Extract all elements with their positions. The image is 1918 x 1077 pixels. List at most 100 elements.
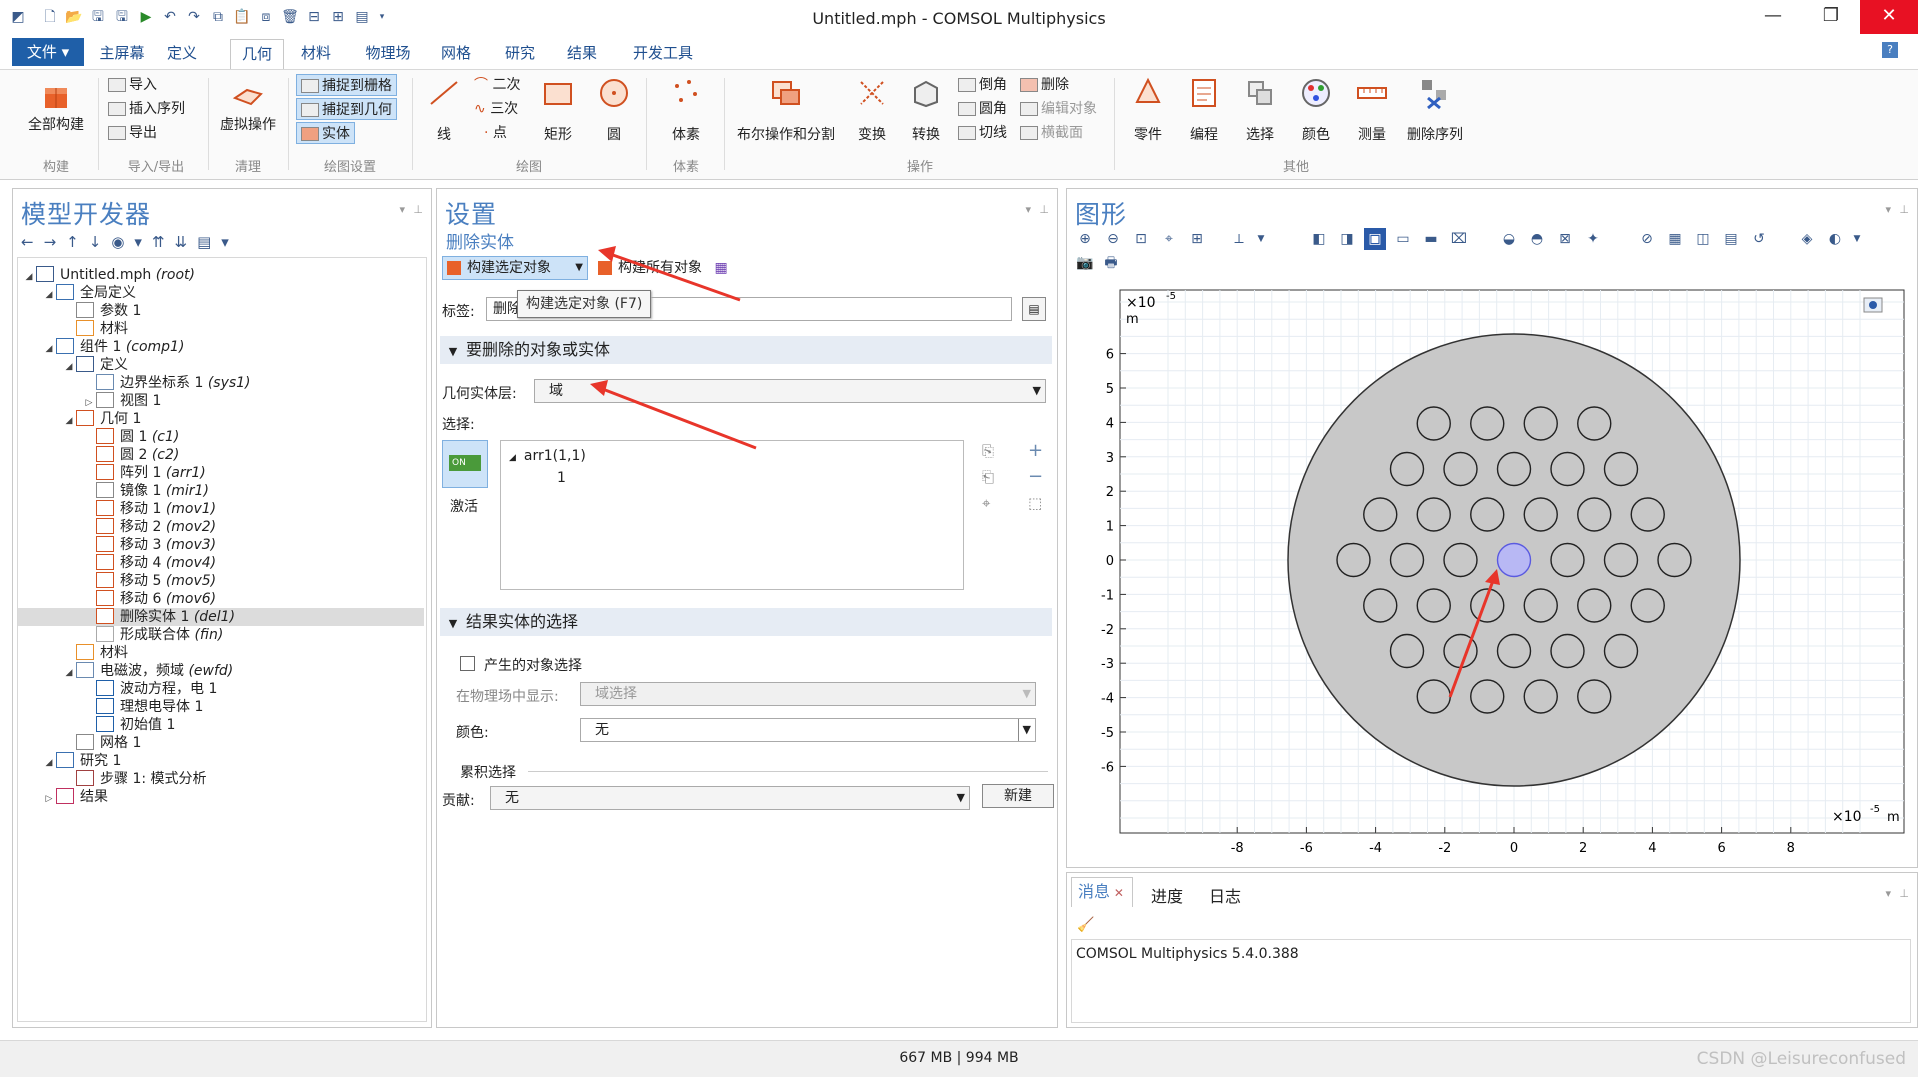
snap-to-grid-toggle[interactable]: 捕捉到栅格 [296, 74, 397, 96]
pane-menu-icon[interactable]: ▾ [399, 203, 405, 216]
select-objects-icon[interactable]: ◧ [1308, 228, 1330, 250]
air-hole-domain[interactable] [1577, 679, 1612, 714]
pin-icon[interactable]: ⊥ [413, 203, 423, 216]
tree-node[interactable]: 材料 [62, 320, 128, 338]
zoom-extents-icon[interactable]: ⌖ [1158, 228, 1180, 250]
air-hole-domain[interactable] [1389, 451, 1425, 487]
air-hole-domain[interactable] [1577, 406, 1612, 441]
active-toggle[interactable]: ON [442, 440, 488, 488]
parts-button[interactable]: 零件 [1122, 76, 1174, 144]
select-boundaries-icon[interactable]: ▭ [1392, 228, 1414, 250]
close-tab-icon[interactable]: ✕ [1110, 886, 1124, 900]
air-hole-domain[interactable] [1523, 497, 1558, 532]
tree-node[interactable]: ◢ 定义 [62, 356, 128, 374]
expand-all-icon[interactable]: ⇈ [152, 233, 175, 251]
zoom-out-icon[interactable]: ⊖ [1102, 228, 1124, 250]
tree-toggle-icon[interactable]: ◢ [62, 664, 76, 682]
tab-geometry[interactable]: 几何 [230, 39, 284, 69]
air-hole-domain[interactable] [1470, 679, 1505, 714]
show-axis-icon[interactable]: ◫ [1692, 228, 1714, 250]
tree-node[interactable]: 材料 [62, 644, 128, 662]
remove-selection-icon[interactable]: − [1028, 466, 1043, 487]
air-hole-domain[interactable] [1470, 497, 1505, 532]
selection-item-domain[interactable]: 1 [557, 467, 566, 489]
tab-physics[interactable]: 物理场 [358, 39, 418, 69]
tree-toggle-icon[interactable]: ◢ [42, 340, 56, 358]
tree-node[interactable]: 移动 1 (mov1) [82, 500, 216, 518]
rectangle-button[interactable]: 矩形 [534, 76, 582, 144]
boolean-partition-button[interactable]: 布尔操作和分割 [730, 76, 842, 144]
tree-node[interactable]: 参数 1 [62, 302, 141, 320]
export-button[interactable]: 导出 [108, 122, 157, 144]
image-snapshot-icon[interactable]: ◈ [1796, 228, 1818, 250]
close-button[interactable]: ✕ [1860, 0, 1918, 34]
quadratic-button[interactable]: ⌒ 二次 [474, 74, 520, 96]
air-hole-domain[interactable] [1416, 497, 1451, 532]
snap-to-geometry-toggle[interactable]: 捕捉到几何 [296, 98, 397, 120]
air-hole-domain[interactable] [1496, 633, 1532, 669]
air-hole-domain[interactable] [1523, 679, 1558, 714]
help-icon[interactable]: ? [1882, 42, 1898, 58]
clear-selection-icon[interactable]: ⌧ [1448, 228, 1470, 250]
tree-node[interactable]: ▷ 视图 1 [82, 392, 161, 410]
virtual-ops-button[interactable]: 虚拟操作 [212, 80, 284, 134]
colors-button[interactable]: 颜色 [1290, 76, 1342, 144]
air-hole-domain[interactable] [1523, 588, 1558, 623]
air-hole-domain[interactable] [1443, 542, 1478, 578]
air-hole-domain[interactable] [1363, 497, 1398, 532]
insert-sequence-button[interactable]: 插入序列 [108, 98, 185, 120]
section-resulting-selection[interactable]: ▼ 结果实体的选择 [440, 608, 1052, 636]
air-hole-domain[interactable] [1496, 451, 1532, 487]
tree-node[interactable]: 移动 2 (mov2) [82, 518, 216, 536]
measure-button[interactable]: 测量 [1346, 76, 1398, 144]
build-all-button[interactable]: 全部构建 [20, 80, 92, 134]
tree-node[interactable]: 网格 1 [62, 734, 141, 752]
tangent-button[interactable]: 切线 [958, 122, 1007, 144]
air-hole-domain[interactable] [1603, 451, 1639, 487]
axis-dropdown-icon[interactable]: ▼ [1250, 228, 1272, 250]
air-hole-domain[interactable] [1630, 588, 1665, 623]
tree-node[interactable]: 步骤 1: 模式分析 [62, 770, 207, 788]
zoom-selection-icon[interactable]: ⌖ [982, 494, 990, 512]
clear-messages-icon[interactable]: 🧹 [1077, 917, 1094, 933]
color-select[interactable]: 无 ▼ [580, 718, 1036, 742]
select-domain-active-icon[interactable]: ▣ [1364, 228, 1386, 250]
tree-node[interactable]: ▷ 结果 [42, 788, 108, 806]
scene-light-icon[interactable]: ✦ [1582, 228, 1604, 250]
show-in-physics-select[interactable]: 域选择 ▼ [580, 682, 1036, 706]
air-hole-domain[interactable] [1550, 451, 1585, 487]
forward-icon[interactable]: → [44, 233, 67, 251]
tab-study[interactable]: 研究 [500, 39, 540, 69]
pane-menu-icon[interactable]: ▾ [1885, 887, 1891, 900]
tab-progress[interactable]: 进度 [1151, 883, 1183, 907]
edit-object-button[interactable]: 编辑对象 [1020, 98, 1097, 120]
move-up-icon[interactable]: ↑ [66, 233, 89, 251]
wireframe-icon[interactable]: ◒ [1498, 228, 1520, 250]
create-selection-icon[interactable]: ⬚ [1028, 494, 1042, 512]
line-button[interactable]: 线 [420, 76, 468, 144]
resulting-objects-checkbox[interactable] [460, 656, 475, 671]
geometry-plot[interactable]: -8 -6 -4 -2 0 2 4 6 86543210-1-2-3-4-5-6 ×10 -5 … [1080, 282, 1912, 862]
air-hole-domain[interactable] [1336, 542, 1371, 578]
air-hole-domain[interactable] [1523, 406, 1558, 441]
camera-icon[interactable]: 📷 [1074, 252, 1096, 274]
tree-toggle-icon[interactable]: ◢ [22, 268, 36, 286]
tree-node[interactable]: 移动 3 (mov3) [82, 536, 216, 554]
air-hole-domain[interactable] [1603, 542, 1639, 578]
air-hole-domain[interactable] [1603, 633, 1639, 669]
axis-orientation-icon[interactable]: ⟂ [1228, 228, 1250, 250]
label-notes-icon[interactable]: ▤ [1022, 297, 1046, 321]
air-hole-domain[interactable] [1416, 406, 1451, 441]
tab-home[interactable]: 主屏幕 [92, 39, 152, 69]
point-button[interactable]: · 点 [484, 122, 507, 144]
air-hole-domain[interactable] [1389, 633, 1425, 669]
pin-icon[interactable]: ⊥ [1039, 203, 1049, 216]
pin-icon[interactable]: ⊥ [1899, 887, 1909, 900]
cubic-button[interactable]: ∿ 三次 [474, 98, 518, 120]
contribute-select[interactable]: 无 ▼ [490, 786, 970, 810]
selected-core-domain[interactable] [1496, 542, 1532, 578]
circle-button[interactable]: 圆 [590, 76, 638, 144]
printer-icon[interactable]: 🖶 [1100, 252, 1122, 274]
new-button[interactable]: 新建 [982, 784, 1054, 808]
solid-toggle[interactable]: 实体 [296, 122, 355, 144]
